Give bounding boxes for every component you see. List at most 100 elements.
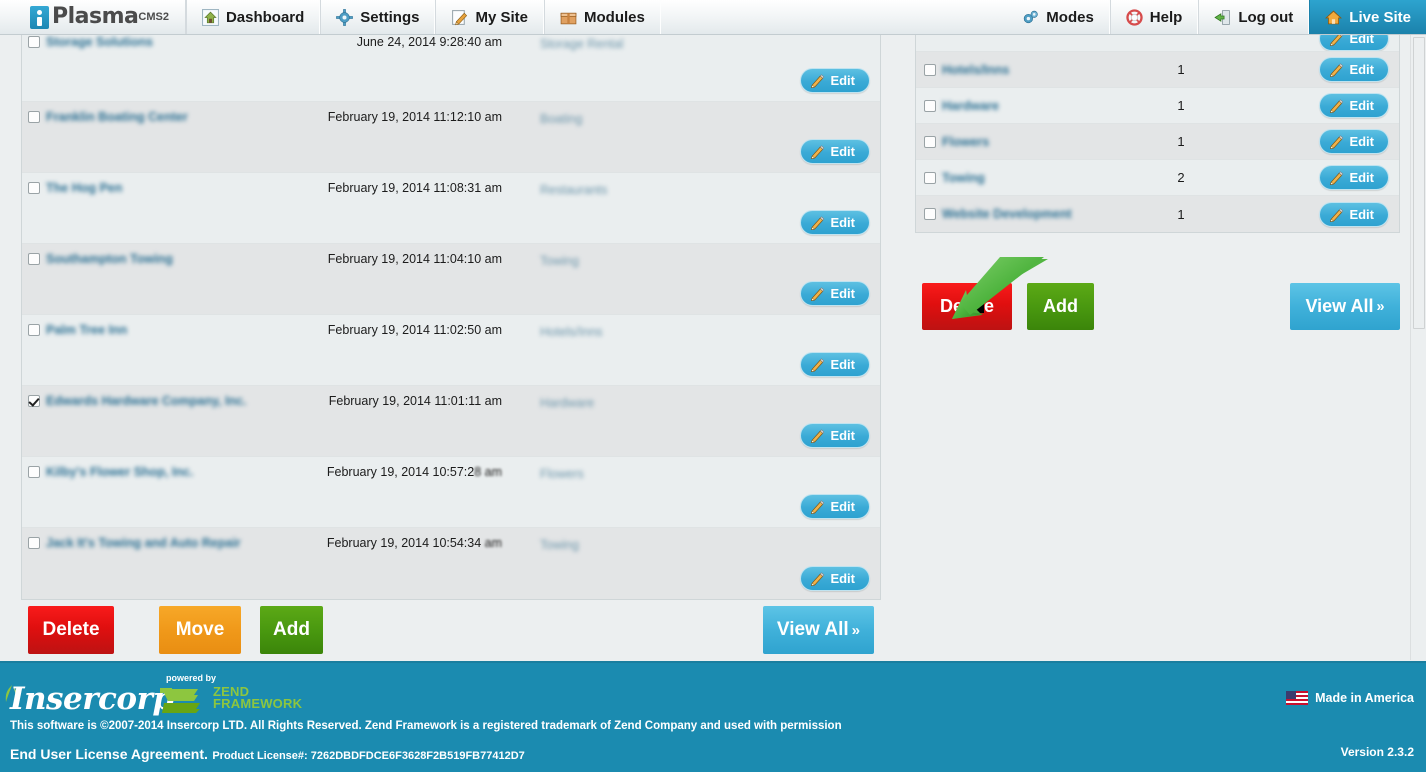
listing-name-link[interactable]: Palm Tree Inn xyxy=(46,323,127,337)
nav-label-log-out: Log out xyxy=(1238,8,1294,26)
chevron-right-icon: » xyxy=(1376,298,1385,315)
edit-button[interactable]: Edit xyxy=(1319,201,1389,227)
table-row[interactable]: Palm Tree Inn February 19, 2014 11:02:50… xyxy=(22,315,880,386)
made-in-america-label: Made in America xyxy=(1315,691,1414,705)
row-checkbox[interactable] xyxy=(924,63,936,76)
nav-item-modules[interactable]: Modules xyxy=(544,0,661,34)
listings-view-all-button[interactable]: View All» xyxy=(763,606,874,654)
listings-delete-button[interactable]: Delete xyxy=(28,606,114,654)
home-icon xyxy=(1325,9,1343,26)
nav-item-help[interactable]: Help xyxy=(1109,0,1199,34)
table-row[interactable]: Hotels/Inns 1 Edit xyxy=(916,52,1399,88)
view-all-label: View All xyxy=(776,619,849,640)
row-checkbox[interactable] xyxy=(924,208,936,220)
category-name-cell: Hotels/Inns xyxy=(916,63,1126,77)
table-row[interactable]: Southampton Towing February 19, 2014 11:… xyxy=(22,244,880,315)
categories-delete-button[interactable]: Delete xyxy=(922,283,1012,330)
row-checkbox[interactable] xyxy=(28,537,40,549)
category-name-link[interactable]: Website Development xyxy=(942,207,1072,221)
listing-name-link[interactable]: Southampton Towing xyxy=(46,252,173,266)
row-checkbox[interactable] xyxy=(28,36,40,48)
nav-item-modes[interactable]: Modes xyxy=(1007,0,1110,34)
edit-label: Edit xyxy=(830,357,855,372)
table-row[interactable]: Storage Solutions June 24, 2014 9:28:40 … xyxy=(22,35,880,102)
table-row[interactable]: Kilby's Flower Shop, Inc. February 19, 2… xyxy=(22,457,880,528)
listing-name-link[interactable]: Storage Solutions xyxy=(46,35,153,49)
table-row[interactable]: Website Development 1 Edit xyxy=(916,196,1399,232)
table-row[interactable]: Flowers 1 Edit xyxy=(916,124,1399,160)
nav-item-live-site[interactable]: Live Site xyxy=(1309,0,1426,34)
category-name-link[interactable]: Hotels/Inns xyxy=(942,63,1009,77)
table-row[interactable]: Edit xyxy=(916,35,1399,52)
row-checkbox[interactable] xyxy=(28,324,40,336)
row-checkbox[interactable] xyxy=(28,253,40,265)
listing-date: June 24, 2014 9:28:40 am xyxy=(356,35,502,49)
row-checkbox[interactable] xyxy=(924,135,936,148)
category-count: 1 xyxy=(1177,62,1185,77)
categories-table: Edit Hotels/Inns 1 Edit Hardware 1 Edit … xyxy=(915,35,1400,233)
row-checkbox[interactable] xyxy=(924,99,936,112)
table-row[interactable]: Towing 2 Edit xyxy=(916,160,1399,196)
listings-move-button[interactable]: Move xyxy=(159,606,241,654)
pencil-icon xyxy=(810,144,825,160)
listing-name-link[interactable]: The Hog Pen xyxy=(46,181,122,195)
table-row[interactable]: Franklin Boating Center February 19, 201… xyxy=(22,102,880,173)
insercorp-logo: Insercorp xyxy=(10,681,174,717)
listing-name-link[interactable]: Jack It's Towing and Auto Repair xyxy=(46,536,241,550)
edit-button[interactable]: Edit xyxy=(1319,35,1389,51)
category-name-cell: Website Development xyxy=(916,207,1126,221)
category-name-cell: Towing xyxy=(916,171,1126,185)
listing-name-link[interactable]: Edwards Hardware Company, Inc. xyxy=(46,394,247,408)
edit-button[interactable]: Edit xyxy=(1319,93,1389,118)
listing-name-link[interactable]: Kilby's Flower Shop, Inc. xyxy=(46,465,193,479)
edit-button[interactable]: Edit xyxy=(1319,129,1389,154)
row-checkbox[interactable] xyxy=(924,171,936,184)
listings-add-button[interactable]: Add xyxy=(260,606,323,654)
nav-item-dashboard[interactable]: Dashboard xyxy=(185,0,321,34)
zend-framework-text: ZEND FRAMEWORK xyxy=(213,685,302,710)
pencil-icon xyxy=(810,215,825,231)
category-name-link[interactable]: Towing xyxy=(942,171,985,185)
categories-add-button[interactable]: Add xyxy=(1027,283,1094,330)
listing-date: February 19, 2014 10:57:28 am xyxy=(326,465,502,479)
edit-button[interactable]: Edit xyxy=(1319,165,1389,190)
edit-button[interactable]: Edit xyxy=(800,566,870,591)
nav-item-my-site[interactable]: My Site xyxy=(435,0,544,34)
table-row[interactable]: Edwards Hardware Company, Inc. February … xyxy=(22,386,880,457)
listing-name-cell: The Hog Pen xyxy=(22,181,322,195)
plasma-logo[interactable]: Plasma CMS2 xyxy=(0,0,186,34)
listings-action-bar: Delete Move Add View All» xyxy=(28,606,874,658)
page-scrollbar[interactable] xyxy=(1410,35,1426,660)
edit-button[interactable]: Edit xyxy=(800,281,870,306)
table-row[interactable]: The Hog Pen February 19, 2014 11:08:31 a… xyxy=(22,173,880,244)
pencil-icon xyxy=(810,286,825,302)
row-checkbox[interactable] xyxy=(28,395,40,407)
plasma-i-icon xyxy=(30,5,49,29)
eula-link[interactable]: End User License Agreement. xyxy=(10,746,208,762)
edit-button[interactable]: Edit xyxy=(1319,57,1389,82)
edit-button[interactable]: Edit xyxy=(800,68,870,93)
nav-item-log-out[interactable]: Log out xyxy=(1198,0,1310,34)
nav-label-settings: Settings xyxy=(360,8,420,26)
table-row[interactable]: Jack It's Towing and Auto Repair Februar… xyxy=(22,528,880,599)
row-checkbox[interactable] xyxy=(28,466,40,478)
category-name-link[interactable]: Flowers xyxy=(942,135,989,149)
nav-item-settings[interactable]: Settings xyxy=(320,0,436,34)
edit-button[interactable]: Edit xyxy=(800,139,870,164)
row-checkbox[interactable] xyxy=(28,182,40,194)
main-content: Storage Solutions June 24, 2014 9:28:40 … xyxy=(0,35,1426,660)
product-license: Product License#: 7262DBDFDCE6F3628F2B51… xyxy=(212,750,525,762)
edit-button[interactable]: Edit xyxy=(800,494,870,519)
scrollbar-thumb[interactable] xyxy=(1413,37,1425,329)
edit-button[interactable]: Edit xyxy=(800,423,870,448)
version-label: Version 2.3.2 xyxy=(1340,745,1414,759)
table-row[interactable]: Hardware 1 Edit xyxy=(916,88,1399,124)
category-name-link[interactable]: Hardware xyxy=(942,99,999,113)
edit-button[interactable]: Edit xyxy=(800,210,870,235)
listing-name-link[interactable]: Franklin Boating Center xyxy=(46,110,188,124)
edit-button[interactable]: Edit xyxy=(800,352,870,377)
row-checkbox[interactable] xyxy=(28,111,40,123)
chevron-right-icon: » xyxy=(851,621,861,639)
categories-view-all-button[interactable]: View All» xyxy=(1290,283,1400,330)
exit-door-icon xyxy=(1214,9,1231,26)
